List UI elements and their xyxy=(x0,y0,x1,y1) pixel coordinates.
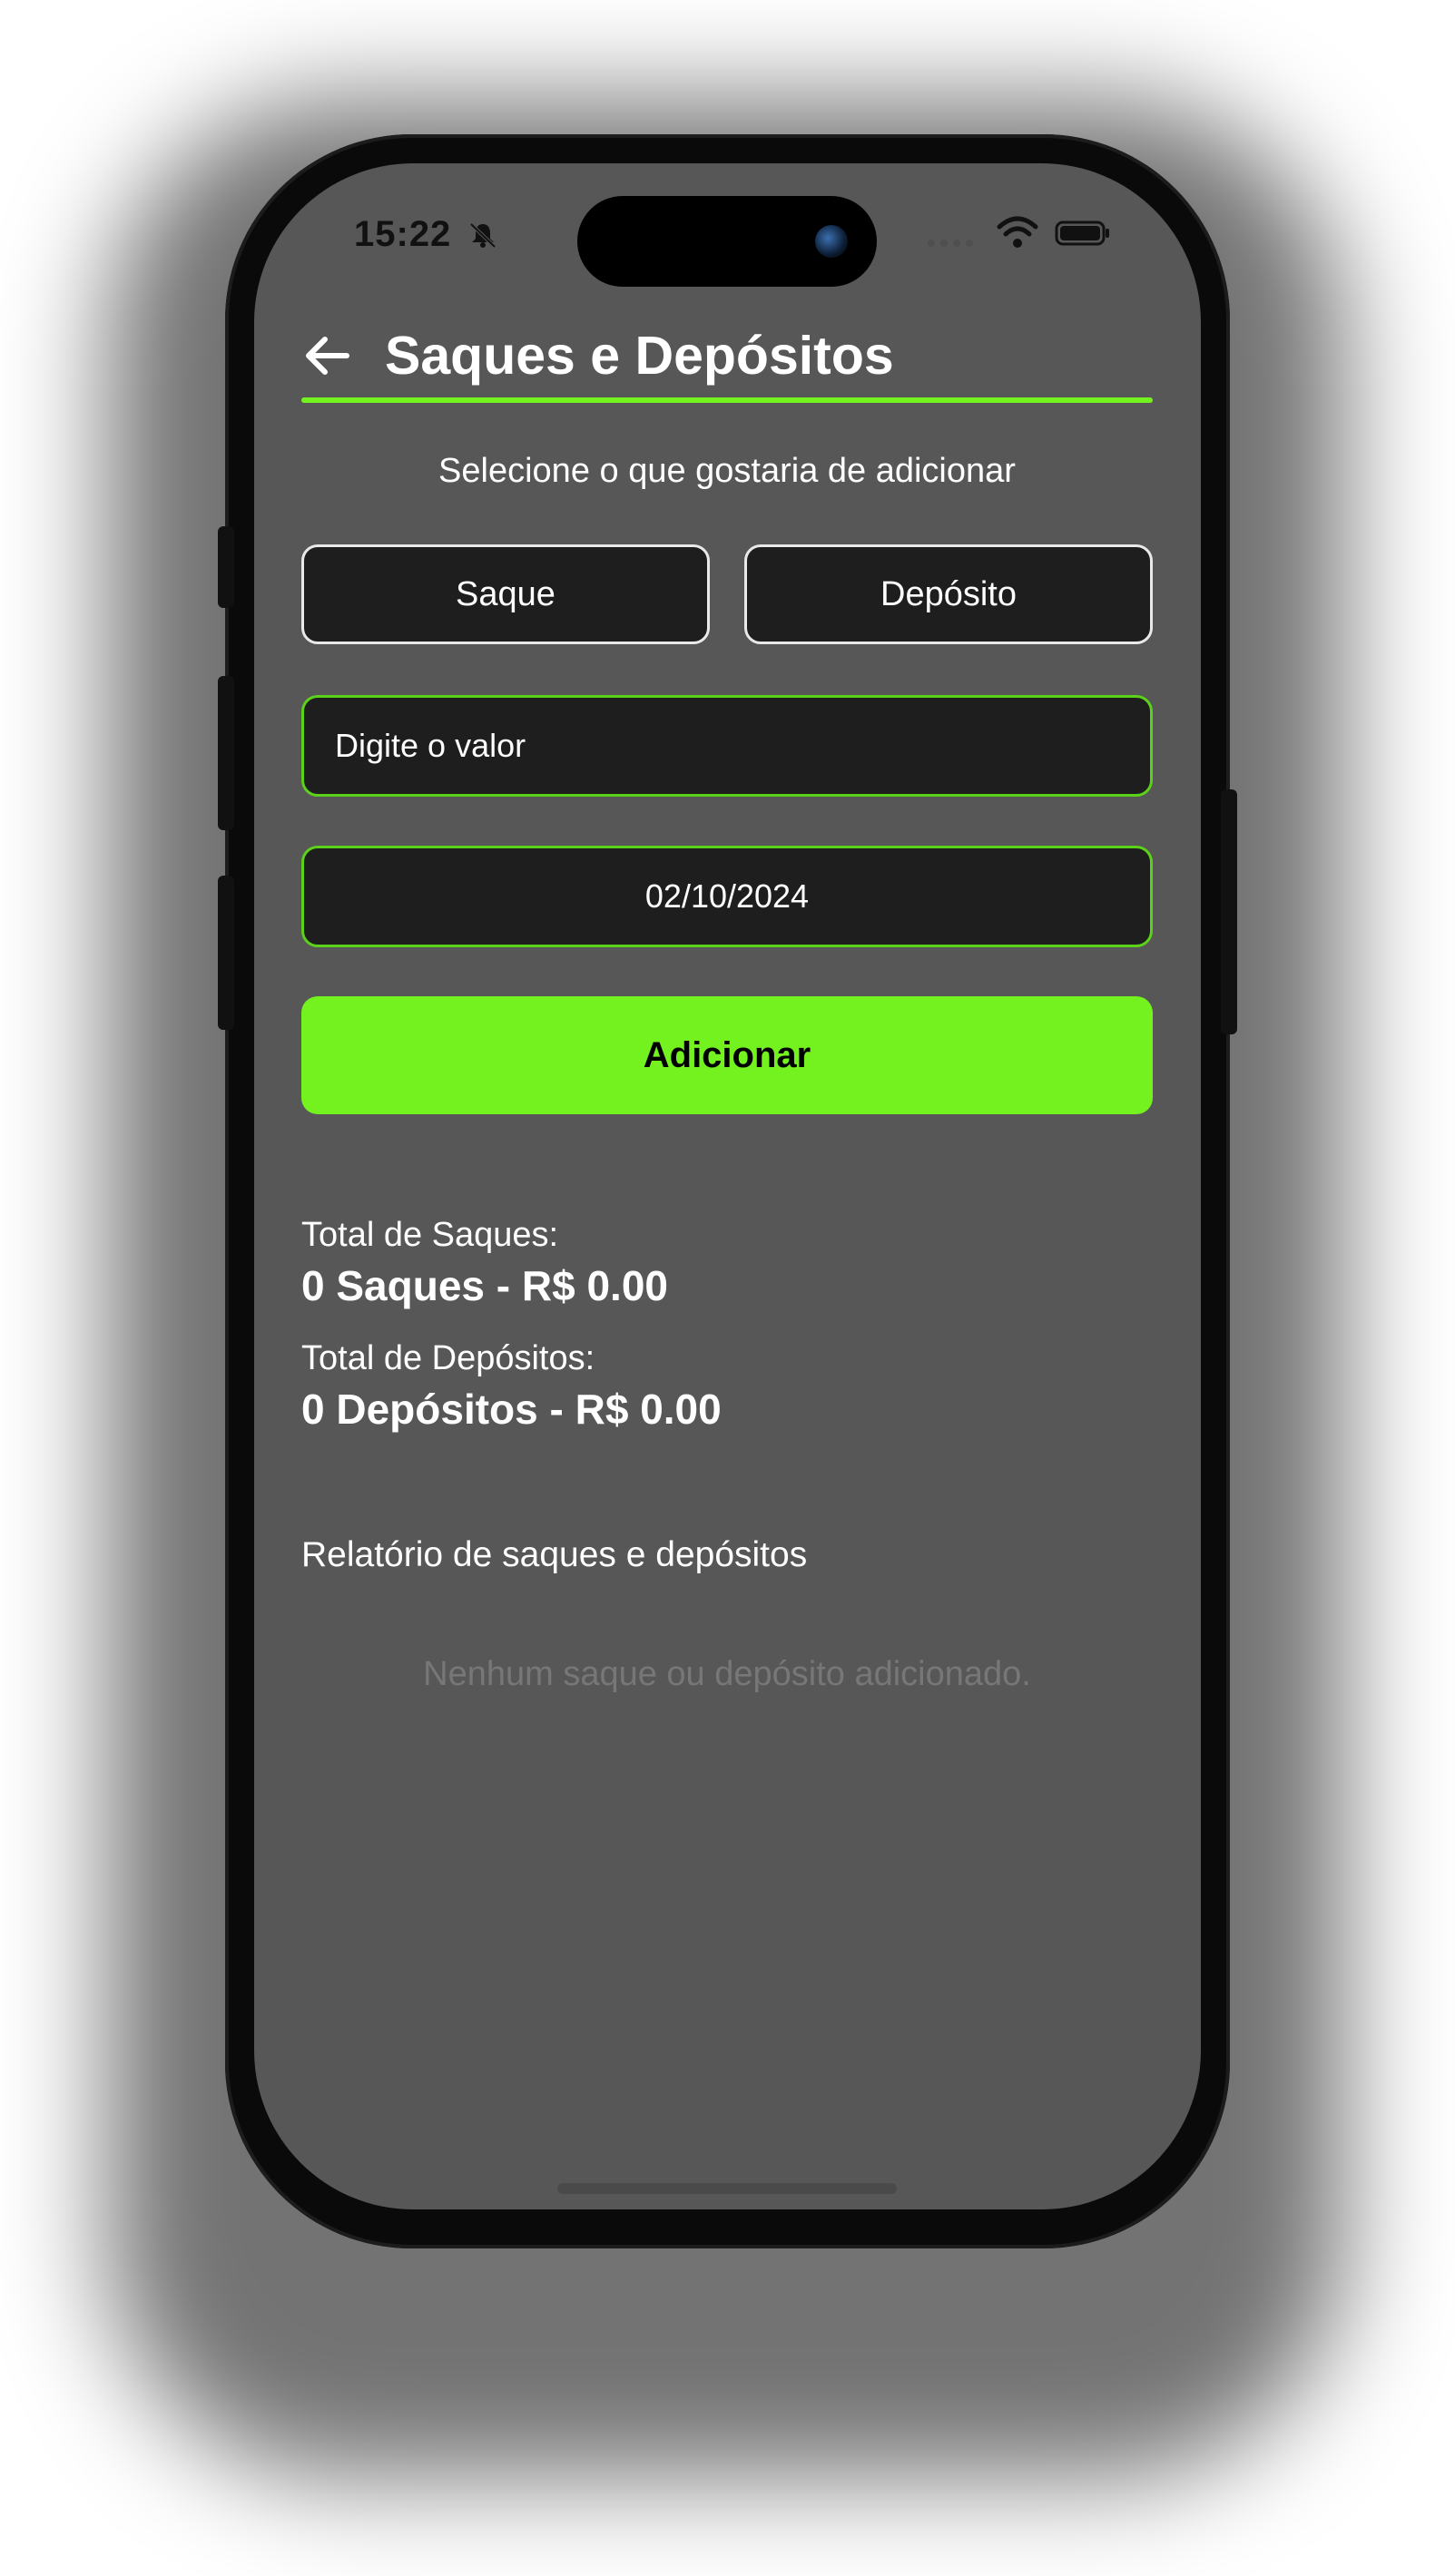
amount-input[interactable]: Digite o valor xyxy=(301,695,1153,797)
withdraw-button[interactable]: Saque xyxy=(301,544,710,644)
report-title: Relatório de saques e depósitos xyxy=(301,1535,808,1574)
header-divider xyxy=(301,397,1153,403)
side-button-volume-up xyxy=(218,676,234,830)
camera-icon xyxy=(815,225,848,258)
bell-muted-icon xyxy=(469,222,496,249)
withdrawals-total-value: 0 Saques - R$ 0.00 xyxy=(301,1262,668,1309)
withdrawals-total-label: Total de Saques: xyxy=(301,1216,559,1254)
amount-input-placeholder: Digite o valor xyxy=(335,727,526,764)
side-button-action xyxy=(218,526,234,608)
signal-icon xyxy=(928,240,973,247)
app-screen: 15:22 Saques e Depósitos Selecione o que… xyxy=(254,163,1201,2209)
deposits-total-label: Total de Depósitos: xyxy=(301,1339,595,1377)
selection-prompt: Selecione o que gostaria de adicionar xyxy=(438,452,1016,490)
page-title: Saques e Depósitos xyxy=(385,326,894,386)
side-button-power xyxy=(1221,789,1237,1034)
home-indicator[interactable] xyxy=(557,2183,897,2194)
battery-icon xyxy=(1055,220,1109,246)
deposit-button[interactable]: Depósito xyxy=(744,544,1153,644)
deposits-total-value: 0 Depósitos - R$ 0.00 xyxy=(301,1386,722,1433)
status-time: 15:22 xyxy=(354,214,452,254)
app-header: Saques e Depósitos xyxy=(301,299,1153,405)
status-bar: 15:22 xyxy=(254,163,1201,299)
date-input[interactable]: 02/10/2024 xyxy=(301,846,1153,947)
arrow-left-icon[interactable] xyxy=(301,334,352,377)
add-button[interactable]: Adicionar xyxy=(301,996,1153,1114)
side-button-volume-down xyxy=(218,876,234,1030)
empty-state-message: Nenhum saque ou depósito adicionado. xyxy=(423,1655,1031,1693)
wifi-icon xyxy=(997,216,1038,248)
